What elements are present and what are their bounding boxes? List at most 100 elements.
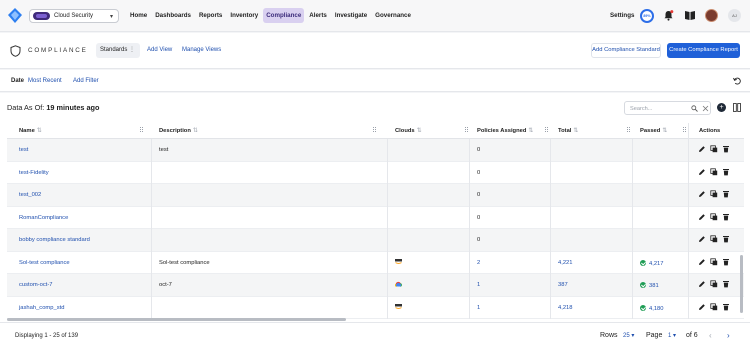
more-vertical-icon[interactable]: ⋮ bbox=[129, 43, 135, 58]
next-page-icon[interactable]: › bbox=[727, 331, 730, 340]
sort-icon: ⇅ bbox=[573, 128, 579, 134]
previous-page-icon[interactable]: ‹ bbox=[709, 331, 712, 340]
column-drag-handle-icon[interactable] bbox=[373, 127, 377, 134]
passed-value[interactable]: 4,180 bbox=[640, 304, 664, 312]
column-drag-handle-icon[interactable] bbox=[683, 127, 687, 134]
add-compliance-standard-button[interactable]: Add Compliance Standard bbox=[591, 43, 661, 58]
copy-icon[interactable] bbox=[710, 145, 718, 153]
standard-name-link[interactable]: test_002 bbox=[19, 192, 41, 198]
column-drag-handle-icon[interactable] bbox=[627, 127, 631, 134]
tenant-selector[interactable]: Cloud Security ▾ bbox=[29, 9, 119, 23]
total-value[interactable]: 4,218 bbox=[558, 305, 573, 311]
delete-icon[interactable] bbox=[722, 168, 730, 176]
standard-name-link[interactable]: RomanCompliance bbox=[19, 215, 68, 221]
column-header-total[interactable]: Total ⇅ bbox=[558, 128, 578, 134]
column-header-actions: Actions bbox=[699, 128, 721, 134]
tab-standards[interactable]: Standards ⋮ bbox=[96, 43, 140, 58]
copy-icon[interactable] bbox=[710, 235, 718, 243]
policies-assigned-value[interactable]: 2 bbox=[477, 260, 480, 266]
table-row[interactable]: custom-oct-7 oct-7 1 387 381 bbox=[7, 274, 744, 297]
nav-dashboards[interactable]: Dashboards bbox=[152, 8, 194, 23]
rows-per-page-select[interactable]: 25 ▾ bbox=[623, 332, 634, 339]
table-row[interactable]: RomanCompliance 0 bbox=[7, 207, 744, 229]
nav-governance[interactable]: Governance bbox=[372, 8, 414, 23]
copy-icon[interactable] bbox=[710, 167, 718, 176]
standard-name-link[interactable]: jashah_comp_std bbox=[19, 305, 64, 311]
edit-icon[interactable] bbox=[698, 235, 706, 243]
nav-home[interactable]: Home bbox=[127, 8, 150, 23]
column-header-name[interactable]: Name ⇅ bbox=[19, 128, 42, 134]
edit-icon[interactable] bbox=[698, 190, 706, 198]
nav-investigate[interactable]: Investigate bbox=[332, 8, 370, 23]
vertical-scrollbar[interactable] bbox=[740, 255, 743, 313]
edit-icon[interactable] bbox=[698, 213, 706, 221]
passed-value[interactable]: 4,217 bbox=[640, 259, 664, 267]
progress-ring[interactable]: 89% bbox=[640, 9, 654, 23]
table-row[interactable]: bobby compliance standard 0 bbox=[7, 229, 744, 252]
search-icon[interactable] bbox=[691, 105, 698, 112]
edit-icon[interactable] bbox=[698, 168, 706, 176]
column-header-passed[interactable]: Passed ⇅ bbox=[640, 128, 667, 134]
user-avatar[interactable] bbox=[705, 9, 718, 22]
column-drag-handle-icon[interactable] bbox=[140, 127, 144, 134]
table-row[interactable]: jashah_comp_std 1 4,218 4,180 bbox=[7, 297, 744, 319]
delete-icon[interactable] bbox=[722, 213, 730, 221]
search-input[interactable]: Search... bbox=[624, 101, 711, 115]
delete-icon[interactable] bbox=[722, 145, 730, 153]
standard-name-link[interactable]: bobby compliance standard bbox=[19, 237, 90, 243]
edit-icon[interactable] bbox=[698, 145, 706, 153]
date-filter-value[interactable]: Most Recent bbox=[28, 78, 62, 84]
standard-name-link[interactable]: Sol-test compliance bbox=[19, 260, 70, 266]
column-drag-handle-icon[interactable] bbox=[545, 127, 549, 134]
add-icon[interactable]: + bbox=[717, 103, 726, 112]
page-select[interactable]: 1 ▾ bbox=[668, 332, 676, 339]
delete-icon[interactable] bbox=[722, 235, 730, 243]
settings-link[interactable]: Settings bbox=[610, 12, 634, 19]
table-row[interactable]: test-Fidelity 0 bbox=[7, 162, 744, 184]
copy-icon[interactable] bbox=[710, 280, 718, 288]
user-initials-avatar[interactable]: AJ bbox=[728, 9, 741, 22]
edit-icon[interactable] bbox=[698, 258, 706, 266]
manage-views-link[interactable]: Manage Views bbox=[182, 47, 221, 53]
horizontal-scrollbar[interactable] bbox=[7, 318, 346, 321]
total-value[interactable]: 4,221 bbox=[558, 260, 573, 266]
copy-icon[interactable] bbox=[710, 257, 718, 266]
standard-name-link[interactable]: test bbox=[19, 147, 28, 153]
table-row[interactable]: test test 0 bbox=[7, 139, 744, 162]
nav-inventory[interactable]: Inventory bbox=[227, 8, 261, 23]
total-value[interactable]: 387 bbox=[558, 282, 568, 288]
table-row[interactable]: Sol-test compliance Sol-test compliance … bbox=[7, 252, 744, 274]
standard-name-link[interactable]: test-Fidelity bbox=[19, 170, 49, 176]
app-logo-icon[interactable] bbox=[8, 8, 22, 23]
standard-name-link[interactable]: custom-oct-7 bbox=[19, 282, 53, 288]
date-filter-label[interactable]: Date bbox=[11, 78, 24, 84]
delete-icon[interactable] bbox=[722, 303, 730, 311]
columns-icon[interactable] bbox=[733, 103, 741, 112]
book-icon[interactable] bbox=[684, 10, 696, 21]
column-drag-handle-icon[interactable] bbox=[465, 127, 469, 134]
policies-assigned-value[interactable]: 1 bbox=[477, 282, 480, 288]
column-header-description[interactable]: Description ⇅ bbox=[159, 128, 198, 134]
edit-icon[interactable] bbox=[698, 303, 706, 311]
policies-assigned-value[interactable]: 1 bbox=[477, 305, 480, 311]
copy-icon[interactable] bbox=[710, 190, 718, 198]
copy-icon[interactable] bbox=[710, 302, 718, 311]
add-filter-button[interactable]: Add Filter bbox=[73, 78, 99, 84]
bell-icon[interactable] bbox=[663, 10, 674, 21]
create-compliance-report-button[interactable]: Create Compliance Report bbox=[667, 43, 740, 58]
close-icon[interactable] bbox=[702, 105, 709, 112]
reset-icon[interactable] bbox=[733, 77, 741, 85]
passed-value[interactable]: 381 bbox=[640, 282, 659, 289]
add-view-link[interactable]: Add View bbox=[147, 47, 172, 53]
column-header-clouds[interactable]: Clouds ⇅ bbox=[395, 128, 422, 134]
delete-icon[interactable] bbox=[722, 258, 730, 266]
edit-icon[interactable] bbox=[698, 280, 706, 288]
table-row[interactable]: test_002 0 bbox=[7, 184, 744, 207]
delete-icon[interactable] bbox=[722, 190, 730, 198]
copy-icon[interactable] bbox=[710, 212, 718, 221]
nav-compliance[interactable]: Compliance bbox=[263, 8, 305, 23]
nav-reports[interactable]: Reports bbox=[196, 8, 225, 23]
nav-alerts[interactable]: Alerts bbox=[306, 8, 330, 23]
delete-icon[interactable] bbox=[722, 280, 730, 288]
column-header-policies-assigned[interactable]: Policies Assigned ⇅ bbox=[477, 128, 533, 134]
